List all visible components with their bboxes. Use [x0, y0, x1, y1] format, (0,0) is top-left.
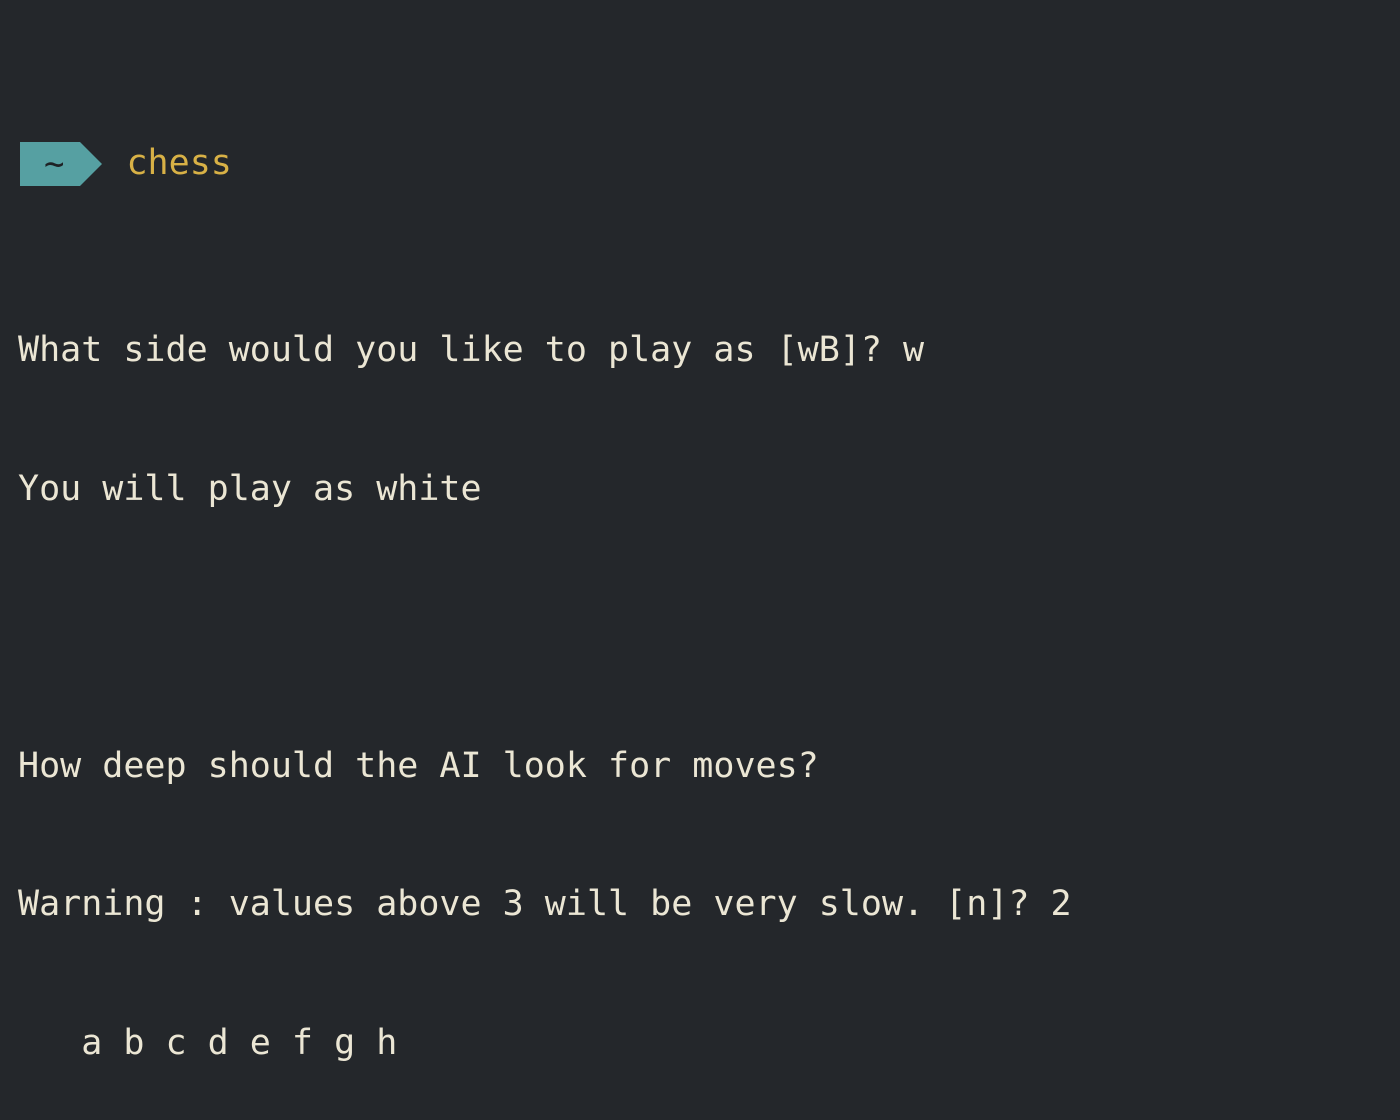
- prompt-cwd: ~: [20, 142, 80, 186]
- files-top: a b c d e f g h: [0, 1020, 1400, 1066]
- side-confirm-line: You will play as white: [0, 466, 1400, 512]
- depth-warn-line: Warning : values above 3 will be very sl…: [0, 881, 1400, 927]
- shell-prompt: ~ chess: [0, 139, 1400, 189]
- blank-line: [0, 604, 1400, 650]
- depth-prompt-line: How deep should the AI look for moves?: [0, 743, 1400, 789]
- side-prompt-line: What side would you like to play as [wB]…: [0, 327, 1400, 373]
- prompt-command: chess: [126, 140, 231, 186]
- terminal[interactable]: ~ chess What side would you like to play…: [0, 0, 1400, 1120]
